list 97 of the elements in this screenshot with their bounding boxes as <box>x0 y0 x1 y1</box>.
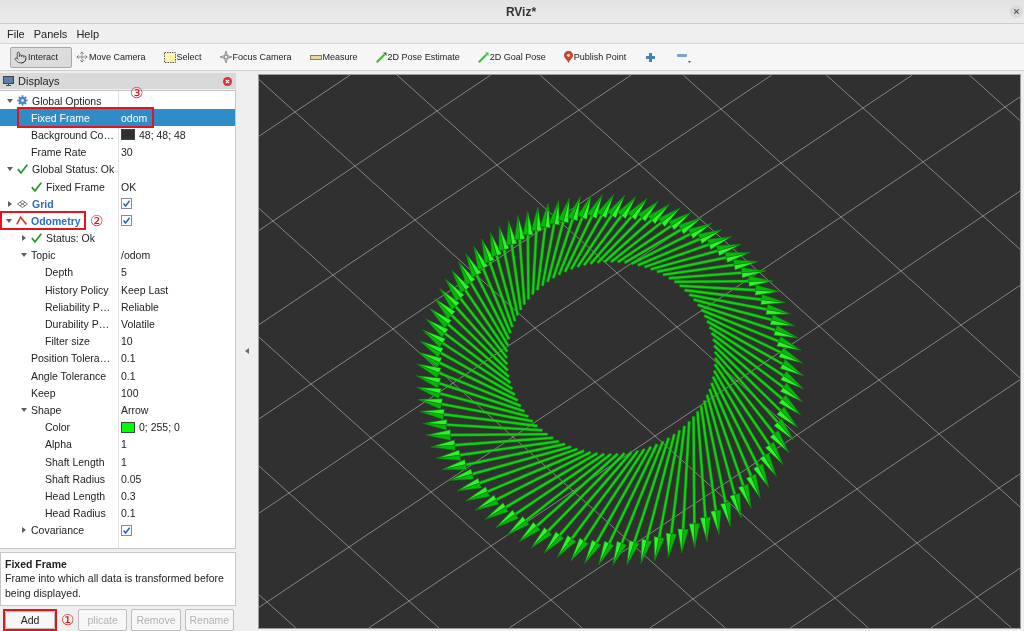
property-value: 0.3 <box>121 489 136 502</box>
tree-item-label[interactable]: Covariance <box>31 524 85 537</box>
property-value: Volatile <box>121 318 155 331</box>
diagonal-arrow-icon <box>477 51 489 63</box>
tree-item-label[interactable]: Filter size <box>45 335 90 348</box>
menu-item[interactable]: Panels <box>30 25 71 42</box>
caret-right-icon[interactable] <box>22 235 26 242</box>
tree-item-label[interactable]: Frame Rate <box>31 146 87 159</box>
dashed-rectangle-icon <box>163 51 176 63</box>
minus-dropdown-icon[interactable] <box>677 51 692 63</box>
panel-button[interactable]: Add <box>5 611 55 629</box>
property-value: 1 <box>121 455 127 468</box>
tree-item-label[interactable]: Head Radius <box>45 507 106 520</box>
tree-item-label[interactable]: Global Options <box>32 94 102 107</box>
tree-item-label[interactable]: Grid <box>32 197 54 210</box>
panel-title: Displays <box>18 75 61 87</box>
render-view[interactable] <box>258 74 1021 629</box>
description-title: Fixed Frame <box>5 557 68 571</box>
property-value: odom <box>121 111 148 124</box>
check-icon <box>17 164 28 175</box>
ruler-icon <box>309 54 322 60</box>
property-value: 0.1 <box>121 369 136 382</box>
property-value: 0.1 <box>121 352 136 365</box>
tree-item-label[interactable]: History Policy <box>45 283 109 296</box>
tree-item-label[interactable]: Global Status: Ok <box>32 163 115 176</box>
menu-item[interactable]: Help <box>73 25 102 42</box>
checkbox[interactable] <box>121 215 132 227</box>
window-title: RViz* <box>505 4 537 19</box>
property-value: 48; 48; 48 <box>139 128 186 141</box>
tree-item-label[interactable]: Status: Ok <box>46 232 96 245</box>
monitor-icon <box>3 76 14 86</box>
tree-item-label[interactable]: Head Length <box>45 489 106 502</box>
callout-number: ② <box>89 212 103 229</box>
close-icon[interactable] <box>223 76 232 86</box>
gear-icon <box>17 95 28 107</box>
caret-down-icon[interactable] <box>21 407 27 412</box>
hand-pointer-icon <box>14 50 27 64</box>
tree-item-label[interactable]: Odometry <box>31 214 81 227</box>
property-value: 10 <box>121 335 133 348</box>
tree-item-label[interactable]: Shape <box>31 403 62 416</box>
caret-down-icon[interactable] <box>6 218 12 223</box>
tree-item-label[interactable]: Position Tolera… <box>31 352 111 365</box>
tree-item-label[interactable]: Angle Tolerance <box>31 369 107 382</box>
checkbox[interactable] <box>121 524 132 536</box>
property-value: OK <box>121 180 137 193</box>
caret-down-icon[interactable] <box>7 98 13 103</box>
check-icon <box>31 181 42 192</box>
tree-item-label[interactable]: Shaft Length <box>45 455 105 468</box>
tree-item-label[interactable]: Fixed Frame <box>46 180 105 193</box>
tool-button[interactable]: Measure <box>305 46 372 68</box>
property-value: 0; 255; 0 <box>139 421 180 434</box>
property-value: 30 <box>121 146 133 159</box>
grid-icon <box>17 199 28 208</box>
callout-number: ③ <box>130 85 143 102</box>
move-arrows-icon <box>76 51 88 63</box>
caret-down-icon[interactable] <box>7 167 13 172</box>
property-value: 0.1 <box>121 507 136 520</box>
chevron-up-icon <box>16 216 27 226</box>
tree-item-label[interactable]: Alpha <box>45 438 72 451</box>
menu-item[interactable]: File <box>4 25 28 42</box>
property-value: 0.05 <box>121 472 142 485</box>
property-value: 1 <box>121 438 127 451</box>
tree-item-label[interactable]: Topic <box>31 249 56 262</box>
plus-icon[interactable] <box>646 52 656 62</box>
description-text: Frame into which all data is transformed before being displayed. <box>5 571 225 601</box>
check-icon <box>31 233 42 244</box>
crosshair-icon <box>219 51 232 63</box>
collapse-arrow-icon[interactable] <box>245 348 249 354</box>
tree-item-label[interactable]: Shaft Radius <box>45 472 106 485</box>
tool-button[interactable]: 2D Goal Pose <box>473 46 560 68</box>
tool-button[interactable]: Interact <box>10 46 72 68</box>
callout-number: ① <box>61 612 74 628</box>
tree-item-label[interactable]: Depth <box>45 266 74 279</box>
tool-button[interactable]: 2D Pose Estimate <box>371 46 474 68</box>
property-value: Keep Last <box>121 283 169 296</box>
property-value: 5 <box>121 266 127 279</box>
property-value: Arrow <box>121 403 149 416</box>
property-value: Reliable <box>121 300 159 313</box>
diagonal-arrow-icon <box>375 51 387 63</box>
tree-item-label[interactable]: Color <box>45 421 71 434</box>
tool-button[interactable]: Move Camera <box>72 46 160 68</box>
caret-right-icon[interactable] <box>8 200 12 207</box>
tool-button[interactable]: Select <box>159 46 216 68</box>
tool-button[interactable]: Publish Point <box>559 46 641 68</box>
tree-item-label[interactable]: Keep <box>31 386 56 399</box>
tool-button[interactable]: Focus Camera <box>215 46 306 68</box>
caret-down-icon[interactable] <box>21 253 27 258</box>
caret-right-icon[interactable] <box>22 527 26 534</box>
tree-item-label[interactable]: Background Co… <box>31 128 114 141</box>
checkbox[interactable] <box>121 198 132 210</box>
property-value: /odom <box>121 249 151 262</box>
map-pin-icon <box>563 51 573 63</box>
tree-item-label[interactable]: Reliability P… <box>45 300 111 313</box>
close-icon[interactable] <box>1010 5 1023 18</box>
property-value: 100 <box>121 386 139 399</box>
tree-item-label[interactable]: Fixed Frame <box>31 111 90 124</box>
tree-item-label[interactable]: Durability P… <box>45 318 110 331</box>
